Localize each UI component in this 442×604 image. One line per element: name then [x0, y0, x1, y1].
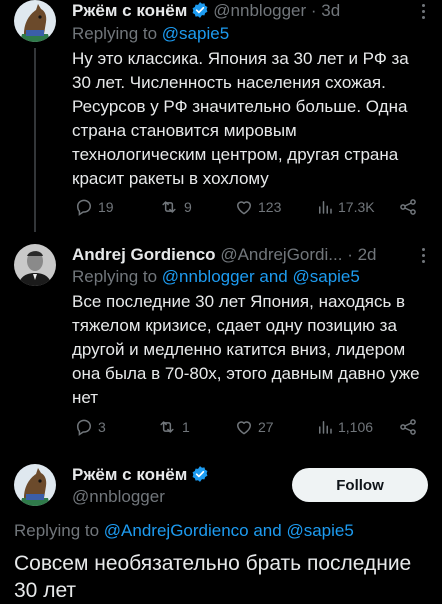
view-count: 17.3K — [338, 199, 375, 215]
views-button[interactable]: 1,106 — [316, 417, 373, 437]
like-button[interactable]: 27 — [234, 417, 274, 437]
views-icon — [319, 201, 332, 214]
avatar-horse[interactable] — [14, 0, 56, 42]
like-count: 27 — [258, 419, 274, 435]
replying-to: Replying to @sapie5 — [72, 24, 230, 43]
share-button[interactable] — [398, 417, 422, 437]
tweet-text: Ну это классика. Япония за 30 лет и РФ з… — [72, 49, 409, 188]
author-handle[interactable]: @nnblogger — [213, 1, 306, 20]
author-name[interactable]: Andrej Gordienco — [72, 245, 216, 264]
follow-button[interactable]: Follow — [292, 468, 428, 502]
reply-count: 19 — [98, 199, 114, 215]
timestamp[interactable]: · 3d — [311, 1, 340, 20]
mention-link[interactable]: @sapie5 — [162, 24, 229, 43]
tweet-actions: 3 1 27 1,106 — [72, 417, 426, 441]
repost-count: 1 — [182, 419, 190, 435]
author-name[interactable]: Ржём с конём — [72, 465, 187, 484]
reply-button[interactable]: 19 — [74, 197, 114, 217]
view-count: 1,106 — [338, 419, 374, 435]
tweet-text: Все последние 30 лет Япония, находясь в … — [72, 292, 420, 407]
repost-button[interactable]: 9 — [158, 197, 192, 217]
reply-button[interactable]: 3 — [74, 417, 106, 437]
replying-to: Replying to @nnblogger and @sapie5 — [72, 267, 360, 286]
like-button[interactable]: 123 — [234, 197, 281, 217]
heart-icon — [237, 421, 251, 435]
replying-to: Replying to @AndrejGordienco and @sapie5 — [14, 521, 354, 540]
tweet-2[interactable]: Andrej Gordienco @AndrejGordi... · 2d Re… — [0, 244, 442, 444]
tweet-header: Andrej Gordienco @AndrejGordi... · 2d — [72, 244, 402, 266]
more-options-icon[interactable] — [422, 4, 426, 22]
repost-icon — [162, 201, 176, 213]
reply-icon — [76, 199, 92, 216]
avatar-andrej[interactable] — [14, 244, 56, 286]
thread-line — [34, 48, 36, 232]
more-options-icon[interactable] — [422, 248, 426, 266]
author-name[interactable]: Ржём с конём — [72, 1, 187, 20]
share-button[interactable] — [398, 197, 422, 217]
focused-tweet: Ржём с конём @nnblogger Follow Replying … — [0, 464, 442, 604]
timestamp[interactable]: · 2d — [347, 245, 376, 264]
repost-count: 9 — [184, 199, 192, 215]
share-icon — [400, 199, 416, 215]
reply-icon — [76, 419, 92, 436]
views-icon — [319, 421, 332, 434]
focused-tweet-text: Совсем необязательно брать последние 30 … — [14, 552, 412, 602]
repost-button[interactable]: 1 — [156, 417, 190, 437]
avatar-horse[interactable] — [14, 464, 56, 506]
like-count: 123 — [258, 199, 282, 215]
share-icon — [400, 419, 416, 435]
views-button[interactable]: 17.3K — [316, 197, 375, 217]
author-handle[interactable]: @AndrejGordi... — [220, 245, 342, 264]
verified-badge-icon — [191, 1, 209, 25]
author-handle[interactable]: @nnblogger — [72, 486, 165, 508]
tweet-actions: 19 9 123 17.3K — [72, 197, 426, 221]
repost-icon — [160, 421, 174, 433]
mention-links[interactable]: @nnblogger and @sapie5 — [162, 267, 360, 286]
verified-badge-icon — [191, 465, 209, 489]
reply-count: 3 — [98, 419, 106, 435]
tweet-header: Ржём с конём @nnblogger · 3d — [72, 0, 402, 25]
mention-links[interactable]: @AndrejGordienco and @sapie5 — [104, 521, 354, 540]
tweet-1[interactable]: Ржём с конём @nnblogger · 3d Replying to … — [0, 0, 442, 232]
heart-icon — [237, 201, 251, 215]
